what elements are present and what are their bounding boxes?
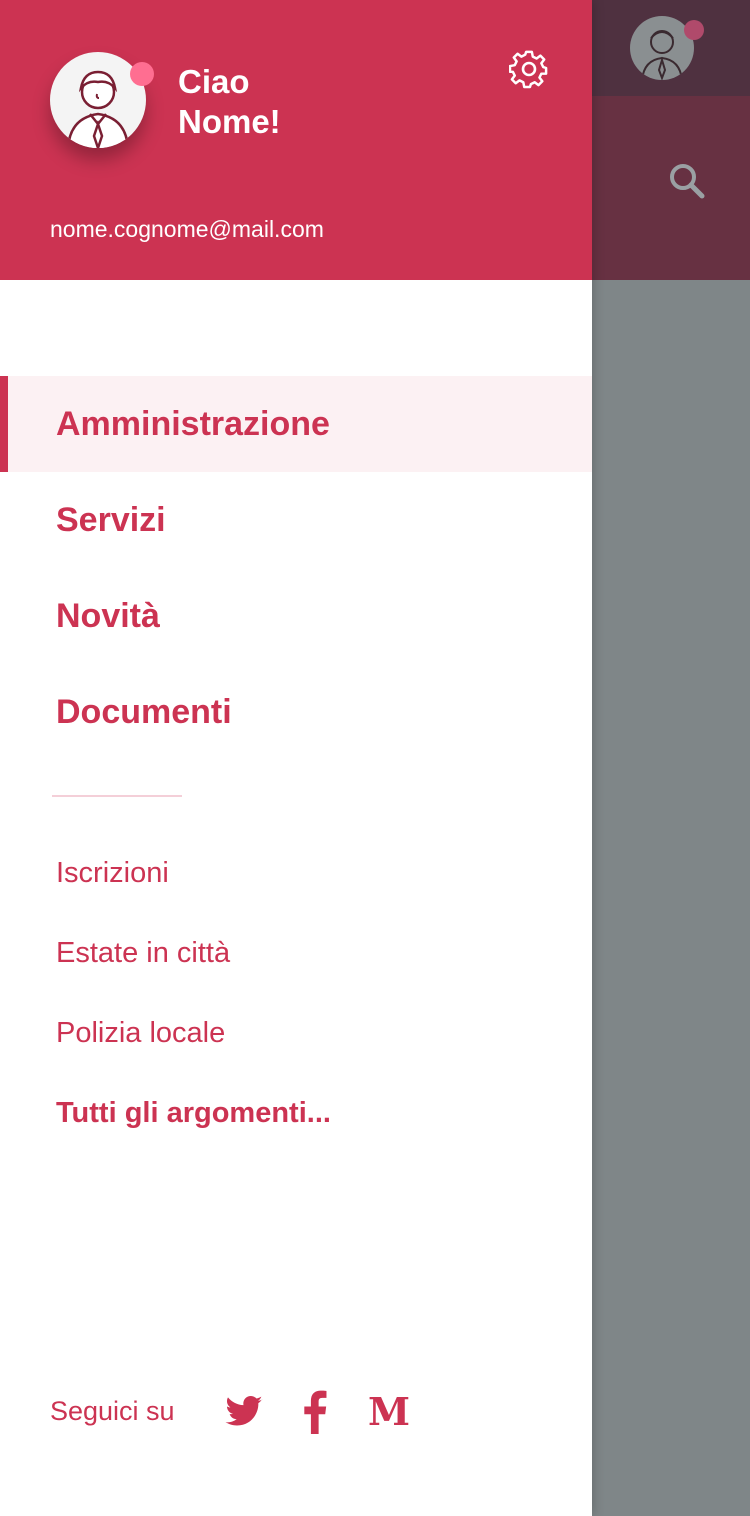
nav-item-novita[interactable]: Novità [0, 568, 592, 664]
follow-label: Seguici su [50, 1396, 175, 1426]
facebook-icon[interactable] [300, 1390, 330, 1434]
greeting-line-1: Ciao [178, 63, 250, 100]
header-notification-dot [684, 20, 704, 40]
nav-link-polizia-locale[interactable]: Polizia locale [56, 1013, 331, 1093]
user-email: nome.cognome@mail.com [50, 216, 324, 242]
navigation-drawer: Ciao Nome! nome.cognome@mail.com Amminis… [0, 0, 592, 1516]
search-icon[interactable] [666, 160, 708, 202]
notification-dot [130, 62, 154, 86]
nav-link-iscrizioni[interactable]: Iscrizioni [56, 853, 331, 933]
secondary-nav: Iscrizioni Estate in città Polizia local… [56, 853, 331, 1173]
gear-icon[interactable] [509, 49, 549, 89]
greeting: Ciao Nome! [178, 62, 378, 142]
nav-link-estate-in-citta[interactable]: Estate in città [56, 933, 331, 1013]
greeting-line-2: Nome! [178, 103, 281, 140]
drawer-header: Ciao Nome! nome.cognome@mail.com [0, 0, 592, 280]
nav-item-documenti[interactable]: Documenti [0, 664, 592, 760]
twitter-icon[interactable] [224, 1390, 264, 1434]
nav-item-servizi[interactable]: Servizi [0, 472, 592, 568]
nav-item-amministrazione[interactable]: Amministrazione [0, 376, 592, 472]
medium-icon[interactable]: M [368, 1390, 410, 1434]
nav-divider [52, 795, 182, 797]
primary-nav: Amministrazione Servizi Novità Documenti [0, 376, 592, 760]
nav-link-tutti-gli-argomenti[interactable]: Tutti gli argomenti... [56, 1093, 331, 1173]
drawer-scrim[interactable] [592, 280, 750, 1516]
